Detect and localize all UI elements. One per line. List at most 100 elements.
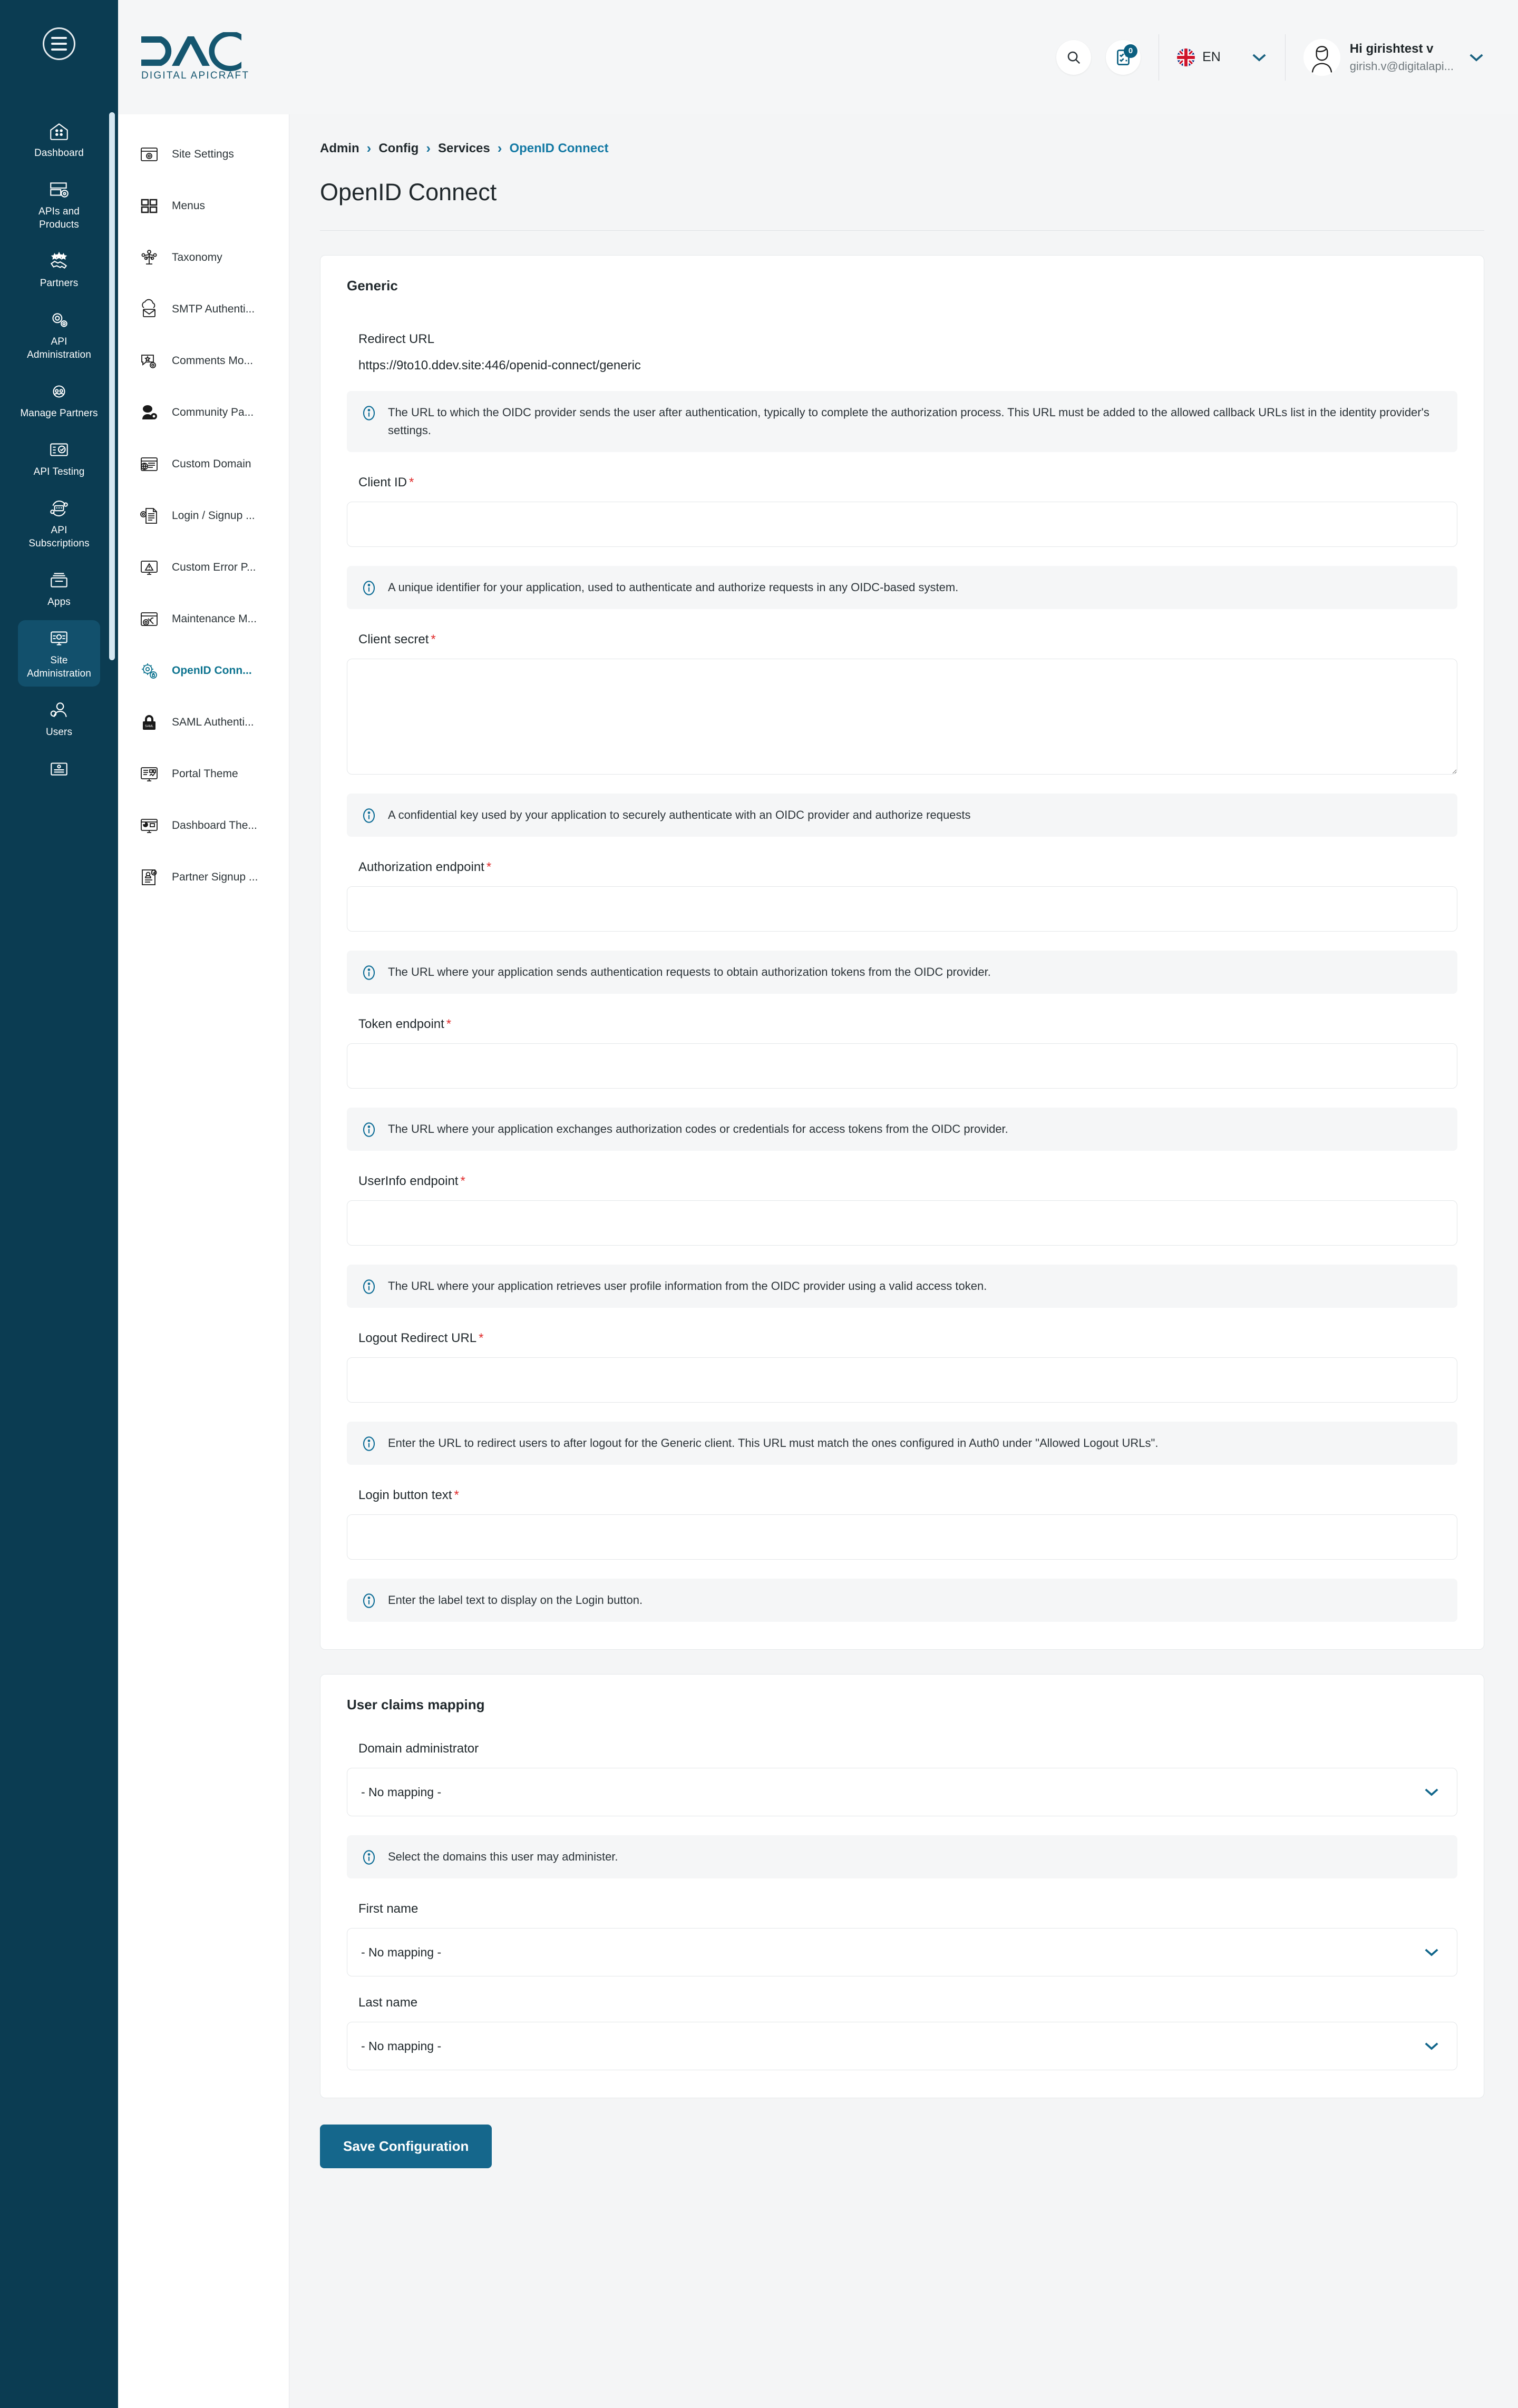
site-settings-icon bbox=[138, 143, 160, 165]
sidebar-item-smtp-authentication[interactable]: SMTP Authenti... bbox=[118, 283, 289, 335]
secondary-item-label: Site Settings bbox=[172, 148, 234, 160]
uk-flag-icon bbox=[1177, 48, 1195, 66]
sidebar-item-users[interactable]: Users bbox=[18, 692, 100, 745]
authorization-endpoint-input[interactable] bbox=[347, 886, 1457, 932]
sidebar-item-label: Partners bbox=[40, 278, 79, 289]
sidebar-item-documentation[interactable] bbox=[18, 750, 100, 790]
chevron-down-icon[interactable] bbox=[1423, 1787, 1440, 1797]
search-icon bbox=[1067, 51, 1081, 64]
required-marker: * bbox=[446, 1017, 452, 1031]
sidebar-item-api-administration[interactable]: API Administration bbox=[18, 301, 100, 368]
sidebar-item-saml-authentication[interactable]: SAML SAML Authenti... bbox=[118, 697, 289, 748]
required-marker: * bbox=[479, 1331, 484, 1345]
first-name-label: First name bbox=[358, 1902, 419, 1916]
sidebar-item-taxonomy[interactable]: Taxonomy bbox=[118, 232, 289, 283]
sidebar-item-partners[interactable]: Partners bbox=[18, 243, 100, 296]
last-name-select[interactable]: - No mapping - bbox=[347, 2022, 1457, 2070]
sidebar-item-apis-and-products[interactable]: APIs and Products bbox=[18, 171, 100, 238]
hamburger-line bbox=[51, 43, 67, 45]
hamburger-menu-icon[interactable] bbox=[43, 27, 75, 60]
chevron-down-icon[interactable] bbox=[1423, 2041, 1440, 2051]
notifications-button[interactable]: 0 bbox=[1106, 40, 1141, 75]
domain-administrator-select[interactable]: - No mapping - bbox=[347, 1768, 1457, 1816]
page-title: OpenID Connect bbox=[320, 179, 1484, 231]
menus-icon bbox=[138, 195, 160, 217]
sidebar-item-label: Manage Partners bbox=[20, 408, 98, 419]
token-endpoint-hint: The URL where your application exchanges… bbox=[347, 1108, 1457, 1151]
chevron-down-icon[interactable] bbox=[1468, 52, 1484, 63]
user-menu[interactable]: Hi girishtest v girish.v@digitalapi... bbox=[1303, 38, 1484, 76]
sidebar-item-site-administration[interactable]: Site Administration bbox=[18, 620, 100, 687]
logout-redirect-url-input[interactable] bbox=[347, 1357, 1457, 1403]
brand-tagline: DIGITAL APICRAFT bbox=[141, 70, 249, 81]
sidebar-item-label: API Testing bbox=[33, 466, 85, 477]
sidebar-item-manage-partners[interactable]: Manage Partners bbox=[18, 373, 100, 426]
sidebar-item-label: API Subscriptions bbox=[28, 525, 90, 549]
dashboard-icon bbox=[47, 120, 71, 142]
community-page-icon bbox=[138, 402, 160, 424]
hint-text: A confidential key used by your applicat… bbox=[388, 808, 971, 821]
secondary-item-label: SAML Authenti... bbox=[172, 716, 254, 728]
sidebar-item-dashboard[interactable]: Dashboard bbox=[18, 113, 100, 166]
menu-toggle-wrap bbox=[0, 27, 118, 60]
first-name-select[interactable]: - No mapping - bbox=[347, 1928, 1457, 1976]
info-icon bbox=[361, 1121, 377, 1138]
secondary-item-label: Menus bbox=[172, 200, 206, 212]
search-button[interactable] bbox=[1056, 40, 1092, 75]
secondary-item-label: Custom Domain bbox=[172, 458, 251, 470]
sidebar-item-dashboard-theme[interactable]: Dashboard The... bbox=[118, 800, 289, 851]
sidebar-item-login-signup[interactable]: Login / Signup ... bbox=[118, 490, 289, 542]
client-secret-hint: A confidential key used by your applicat… bbox=[347, 794, 1457, 837]
sidebar-scrollbar[interactable] bbox=[109, 112, 115, 660]
breadcrumb-config[interactable]: Config bbox=[378, 141, 419, 156]
last-name-value: - No mapping - bbox=[361, 2039, 442, 2053]
api-administration-icon bbox=[47, 309, 71, 331]
sidebar-item-custom-domain[interactable]: Custom Domain bbox=[118, 438, 289, 490]
token-endpoint-input[interactable] bbox=[347, 1043, 1457, 1089]
sidebar-item-openid-connect[interactable]: OpenID Conn... bbox=[118, 645, 289, 697]
breadcrumb-openid-connect[interactable]: OpenID Connect bbox=[509, 141, 608, 156]
sidebar-item-api-testing[interactable]: API Testing bbox=[18, 432, 100, 485]
secondary-item-label: Login / Signup ... bbox=[172, 510, 255, 522]
client-secret-input[interactable] bbox=[347, 659, 1457, 775]
chevron-down-icon[interactable] bbox=[1251, 52, 1267, 63]
hint-text: Enter the label text to display on the L… bbox=[388, 1593, 643, 1607]
manage-partners-icon bbox=[47, 380, 71, 403]
chevron-down-icon[interactable] bbox=[1423, 1947, 1440, 1957]
save-configuration-button[interactable]: Save Configuration bbox=[320, 2125, 492, 2168]
sidebar-item-custom-error-page[interactable]: Custom Error P... bbox=[118, 542, 289, 593]
login-signup-icon bbox=[138, 505, 160, 527]
sidebar-item-menus[interactable]: Menus bbox=[118, 180, 289, 232]
breadcrumb-admin[interactable]: Admin bbox=[320, 141, 359, 156]
primary-sidebar: Dashboard APIs and Products Partners API… bbox=[0, 0, 118, 2408]
sidebar-item-site-settings[interactable]: Site Settings bbox=[118, 129, 289, 180]
sidebar-item-label: Dashboard bbox=[34, 148, 84, 159]
language-selector[interactable]: EN bbox=[1177, 48, 1267, 66]
client-id-field: Client ID * A unique identifier for your … bbox=[347, 475, 1457, 609]
sidebar-item-apps[interactable]: Apps bbox=[18, 562, 100, 615]
secondary-item-label: Partner Signup ... bbox=[172, 871, 258, 883]
api-subscriptions-icon bbox=[47, 497, 71, 520]
secondary-item-label: Dashboard The... bbox=[172, 819, 257, 831]
site-administration-icon bbox=[47, 628, 71, 650]
logout-redirect-url-label: Logout Redirect URL * bbox=[358, 1331, 484, 1345]
brand-logo[interactable]: DIGITAL APICRAFT bbox=[139, 32, 260, 82]
client-id-input[interactable] bbox=[347, 502, 1457, 547]
login-button-text-input[interactable] bbox=[347, 1514, 1457, 1560]
footer-spacer bbox=[320, 2168, 1484, 2274]
client-secret-label: Client secret * bbox=[358, 632, 436, 647]
hint-text: The URL where your application exchanges… bbox=[388, 1122, 1008, 1136]
sidebar-item-comments-moderation[interactable]: Comments Mo... bbox=[118, 335, 289, 387]
hint-text: The URL where your application sends aut… bbox=[388, 965, 991, 978]
sidebar-item-label: Apps bbox=[47, 596, 71, 608]
sidebar-item-community-page[interactable]: Community Pa... bbox=[118, 387, 289, 438]
sidebar-item-maintenance-mode[interactable]: Maintenance M... bbox=[118, 593, 289, 645]
sidebar-item-partner-signup[interactable]: Partner Signup ... bbox=[118, 851, 289, 903]
sidebar-item-api-subscriptions[interactable]: API Subscriptions bbox=[18, 490, 100, 556]
last-name-field: Last name - No mapping - bbox=[347, 1995, 1457, 2070]
userinfo-endpoint-input[interactable] bbox=[347, 1200, 1457, 1246]
secondary-item-label: Maintenance M... bbox=[172, 613, 257, 625]
sidebar-item-portal-theme[interactable]: Portal Theme bbox=[118, 748, 289, 800]
apis-products-icon bbox=[47, 179, 71, 201]
breadcrumb-services[interactable]: Services bbox=[438, 141, 490, 156]
